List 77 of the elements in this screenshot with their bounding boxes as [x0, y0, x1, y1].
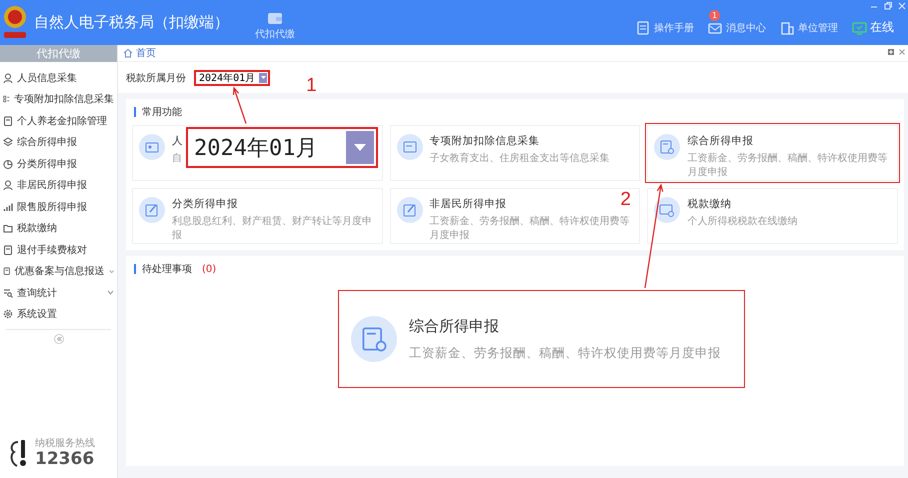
annotation-number: 1 — [306, 76, 317, 96]
month-select[interactable]: 2024年01月 — [194, 70, 270, 86]
breadcrumb-link[interactable]: 首页 — [136, 46, 156, 60]
building-icon — [780, 20, 795, 34]
sidebar-item[interactable]: 分类所得申报 — [0, 153, 117, 174]
sidebar-item[interactable]: 限售股所得申报 — [0, 196, 117, 218]
card-description: 工资薪金、劳务报酬、稿酬、特许权使用费等月度申报 — [409, 344, 721, 362]
person-icon — [3, 72, 13, 83]
field-label: 税款所属月份 — [126, 72, 186, 84]
section-title: 待处理事项 — [142, 262, 192, 276]
pending-count: (0) — [202, 264, 216, 274]
card-description: 工资薪金、劳务报酬、稿酬、特许权使用费等月度申报 — [687, 152, 888, 179]
sidebar-item[interactable]: 专项附加扣除信息采集 — [0, 88, 117, 110]
function-card[interactable]: 专项附加扣除信息采集 子女教育支出、住房租金支出等信息采集 — [390, 125, 640, 181]
card-title: 综合所得申报 — [409, 316, 499, 336]
card-title: 综合所得申报 — [687, 134, 754, 148]
sidebar-item[interactable]: 退付手续费核对 — [0, 239, 117, 260]
sidebar-item[interactable]: 优惠备案与信息报送 — [0, 260, 117, 282]
form-icon — [654, 134, 680, 160]
hotline-number: 12366 — [35, 450, 95, 468]
sidebar-title: 代扣代缴 — [0, 45, 117, 62]
edit-icon — [396, 197, 423, 223]
id-card-icon — [139, 134, 165, 160]
person-icon — [3, 180, 13, 190]
card-title: 税款缴纳 — [687, 197, 732, 211]
search-list-icon — [3, 288, 13, 298]
sidebar-item[interactable]: 查询统计 — [0, 282, 117, 304]
caret-icon — [260, 76, 266, 79]
card-title: 专项附加扣除信息采集 — [430, 134, 540, 148]
document-icon — [3, 116, 13, 126]
card-description: 利息股息红利、财产租赁、财产转让等月度申报 — [172, 214, 373, 242]
manual-icon — [636, 20, 651, 34]
envelope-icon — [708, 20, 723, 34]
gear-icon — [3, 309, 13, 320]
card-title: 分类所得申报 — [172, 197, 238, 211]
section-title: 常用功能 — [142, 106, 182, 119]
hotline-label: 纳税服务热线 — [35, 436, 95, 450]
sidebar-item[interactable]: 人员信息采集 — [0, 67, 117, 88]
sidebar-item[interactable]: 综合所得申报 — [0, 132, 117, 153]
caret-icon — [354, 144, 366, 151]
header-action[interactable]: 在线 — [852, 19, 894, 36]
expand-icon[interactable] — [888, 49, 894, 55]
function-card[interactable]: 综合所得申报 工资薪金、劳务报酬、稿酬、特许权使用费等月度申报 — [647, 125, 898, 181]
close-icon[interactable] — [899, 49, 905, 55]
edit-icon — [139, 197, 165, 223]
document-icon — [3, 244, 13, 255]
card-description: 个人所得税税款在线缴纳 — [687, 214, 798, 228]
function-card[interactable]: 税款缴纳 个人所得税税款在线缴纳 — [647, 188, 898, 244]
collapse-icon[interactable] — [54, 334, 64, 344]
card-description: 工资薪金、劳务报酬、稿酬、特许权使用费等月度申报 — [430, 214, 631, 242]
home-icon — [123, 48, 133, 58]
payment-icon — [654, 197, 680, 223]
card-description: 子女教育支出、住房租金支出等信息采集 — [430, 152, 610, 165]
form-icon — [351, 316, 397, 362]
card-description: 自 — [172, 152, 182, 165]
list-icon — [3, 94, 10, 104]
zoomed-month-select: 2024年01月 — [186, 127, 378, 168]
pie-chart-icon — [3, 158, 13, 169]
function-card[interactable]: 分类所得申报 利息股息红利、财产租赁、财产转让等月度申报 — [132, 188, 383, 244]
bar-chart-icon — [3, 202, 13, 212]
document-icon — [3, 266, 11, 276]
notification-badge: 1 — [709, 10, 720, 20]
wallet-icon — [267, 10, 283, 24]
layers-icon — [3, 137, 13, 148]
card-title: 非居民所得申报 — [430, 197, 507, 211]
calendar-icon — [396, 134, 423, 160]
sidebar-item[interactable]: 非居民所得申报 — [0, 174, 117, 196]
folder-icon — [3, 223, 13, 234]
sidebar-item[interactable]: 个人养老金扣除管理 — [0, 110, 117, 132]
restore-icon[interactable] — [884, 2, 892, 10]
function-card[interactable]: 人 自 2024年01月 — [132, 125, 383, 181]
sidebar-item[interactable]: 系统设置 — [0, 304, 117, 325]
annotation-number: 2 — [620, 190, 631, 210]
monitor-icon — [852, 20, 867, 34]
card-title: 人 — [172, 134, 183, 148]
app-title: 自然人电子税务局（扣缴端） — [34, 13, 229, 32]
sidebar-item[interactable]: 税款缴纳 — [0, 218, 117, 239]
